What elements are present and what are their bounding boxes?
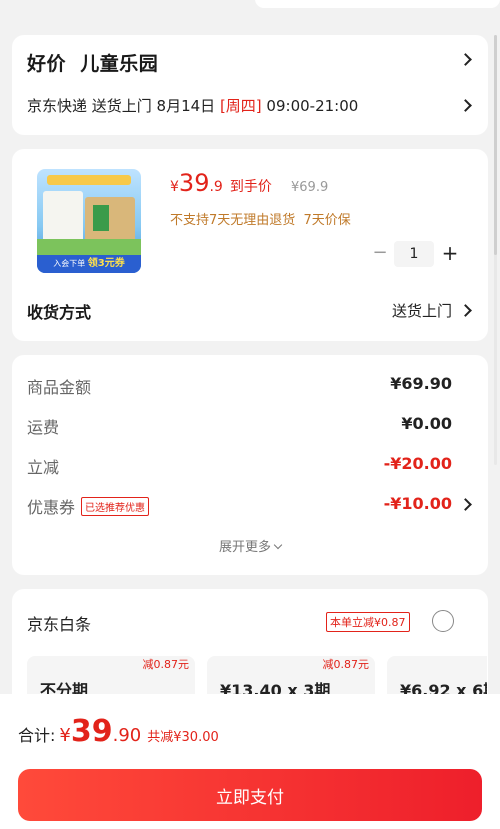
product-card: 入会下单 领3元券 ¥39.9 到手价 ¥69.9 不支持7天无理由退货 7天价… xyxy=(12,149,488,341)
delivery-method-label: 收货方式 xyxy=(27,303,92,322)
image-promo-highlight: 领3元券 xyxy=(87,258,125,269)
decrement-button[interactable]: − xyxy=(370,241,390,267)
detail-value: -¥10.00 xyxy=(383,494,452,513)
price-decimal: .9 xyxy=(209,179,223,195)
radio-icon[interactable] xyxy=(432,610,454,632)
chevron-right-icon[interactable] xyxy=(459,53,472,66)
baitiao-promo-badge: 本单立减¥0.87 xyxy=(326,612,410,632)
increment-button[interactable]: + xyxy=(438,241,462,267)
product-image[interactable]: 入会下单 领3元券 xyxy=(37,169,141,273)
shipping-info[interactable]: 京东快递 送货上门 8月14日 [周四] 09:00-21:00 xyxy=(27,95,358,116)
image-promo-strip: 入会下单 领3元券 xyxy=(37,255,141,273)
expand-label: 展开更多 xyxy=(218,540,271,555)
shipping-time: 09:00-21:00 xyxy=(261,97,359,115)
chevron-down-icon xyxy=(273,540,283,550)
detail-label: 商品金额 xyxy=(27,378,92,397)
search-bar-remnant xyxy=(255,0,500,8)
checkout-bar: 合计: ¥39.90 共减¥30.00 立即支付 xyxy=(0,694,500,829)
shipping-prefix: 京东快递 送货上门 8月14日 xyxy=(27,97,220,115)
quantity-field[interactable]: 1 xyxy=(394,241,434,267)
quantity-stepper: − 1 + xyxy=(370,241,462,267)
total-label: 合计: xyxy=(18,726,56,745)
detail-label: 运费 xyxy=(27,418,60,437)
chevron-right-icon[interactable] xyxy=(459,304,472,317)
price-detail-card: 商品金额 ¥69.90 运费 ¥0.00 立减 -¥20.00 优惠券 已选推荐优… xyxy=(12,355,488,575)
coupon-row[interactable]: 优惠券 已选推荐优惠 -¥10.00 xyxy=(27,494,452,518)
address-card: 好价 儿童乐园 京东快递 送货上门 8月14日 [周四] 09:00-21:00 xyxy=(12,35,488,135)
scrollbar-thumb[interactable] xyxy=(494,35,497,255)
detail-value: ¥0.00 xyxy=(401,414,452,433)
plan-discount: 减0.87元 xyxy=(322,658,370,671)
chevron-right-icon[interactable] xyxy=(459,99,472,112)
total-integer: 39 xyxy=(70,714,113,749)
image-grass xyxy=(37,239,141,255)
plan-discount: 减0.87元 xyxy=(142,658,190,671)
chevron-right-icon[interactable] xyxy=(459,498,472,511)
coupon-label: 优惠券 xyxy=(27,498,76,517)
total-symbol: ¥ xyxy=(59,725,71,746)
detail-row: 运费 ¥0.00 xyxy=(27,414,452,438)
delivery-method-value[interactable]: 送货上门 xyxy=(392,300,452,321)
address-title[interactable]: 好价 儿童乐园 xyxy=(27,49,158,76)
detail-value: ¥69.90 xyxy=(390,374,452,393)
price-symbol: ¥ xyxy=(170,179,179,195)
order-total: 合计: ¥39.90 共减¥30.00 xyxy=(18,714,219,749)
image-milk-box xyxy=(85,197,135,243)
detail-row: 商品金额 ¥69.90 xyxy=(27,374,452,398)
expand-more-button[interactable]: 展开更多 xyxy=(12,536,488,555)
detail-label: 优惠券 已选推荐优惠 xyxy=(27,494,150,518)
image-promo-prefix: 入会下单 xyxy=(53,259,86,268)
pay-now-button[interactable]: 立即支付 xyxy=(18,769,482,821)
scrollbar[interactable] xyxy=(494,35,497,465)
image-banner xyxy=(47,175,131,185)
detail-row: 立减 -¥20.00 xyxy=(27,454,452,478)
price-integer: 39 xyxy=(178,169,210,197)
total-decimal: .90 xyxy=(112,725,142,746)
original-price: ¥69.9 xyxy=(291,180,329,195)
shipping-weekday: [周四] xyxy=(219,97,262,115)
baitiao-title: 京东白条 xyxy=(27,615,92,634)
coupon-badge: 已选推荐优惠 xyxy=(81,497,150,516)
return-policy: 不支持7天无理由退货 7天价保 xyxy=(170,213,351,228)
final-price-tag: 到手价 xyxy=(229,179,272,195)
price-row: ¥39.9 到手价 ¥69.9 xyxy=(170,169,328,197)
detail-label: 立减 xyxy=(27,458,60,477)
detail-value: -¥20.00 xyxy=(383,454,452,473)
image-milk-carton xyxy=(43,191,83,243)
total-saved: 共减¥30.00 xyxy=(147,730,219,745)
